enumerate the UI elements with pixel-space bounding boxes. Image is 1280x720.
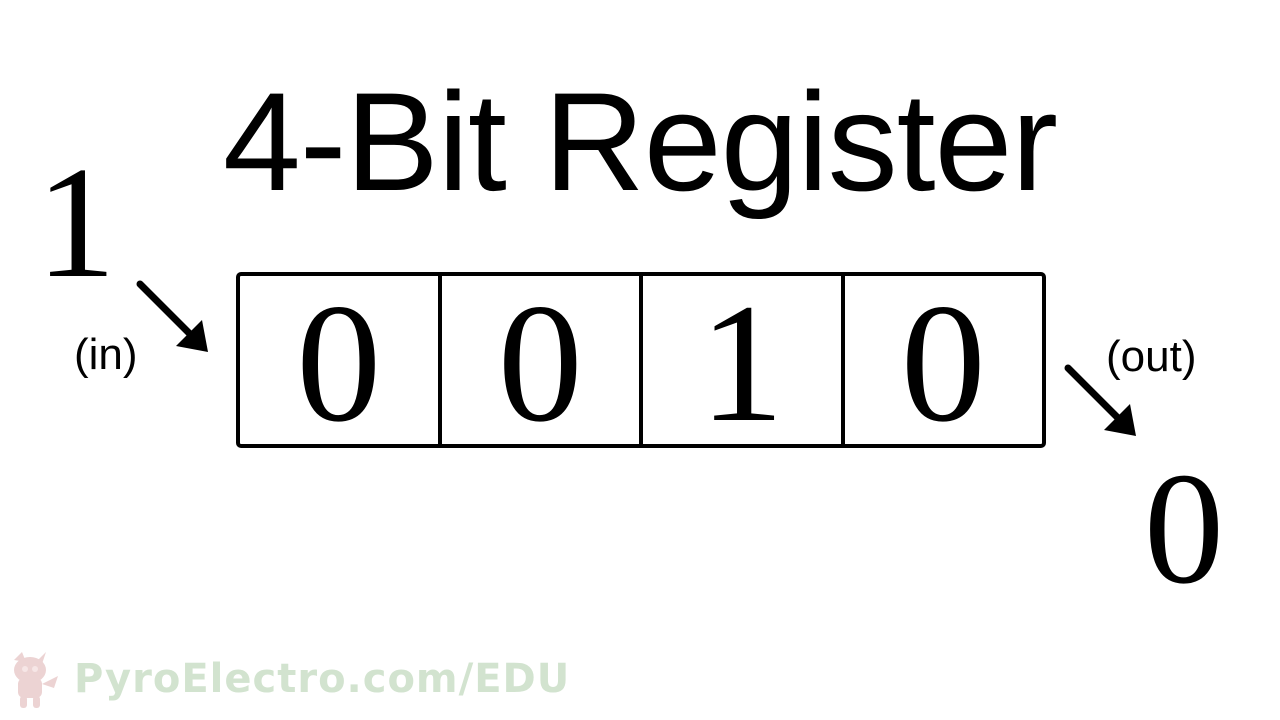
register-bit-cell: 1 bbox=[643, 276, 845, 448]
slide: 4-Bit Register 1 (in) 0 0 1 0 (out) 0 Py bbox=[0, 0, 1280, 720]
output-bit: 0 bbox=[1144, 439, 1224, 617]
watermark-text: PyroElectro.com/EDU bbox=[74, 656, 571, 702]
input-label: (in) bbox=[74, 330, 138, 379]
register-bit-cell: 0 bbox=[442, 276, 643, 448]
register-bit-cell: 0 bbox=[900, 269, 986, 457]
register-box: 0 0 1 0 bbox=[236, 272, 1046, 448]
input-bit: 1 bbox=[36, 133, 116, 311]
input-arrow-icon bbox=[136, 280, 208, 352]
output-label: (out) bbox=[1106, 332, 1197, 381]
page-title: 4-Bit Register bbox=[222, 63, 1058, 220]
pyroelectro-mascot-logo-icon bbox=[14, 652, 58, 708]
register-bit-cell: 0 bbox=[240, 276, 442, 448]
